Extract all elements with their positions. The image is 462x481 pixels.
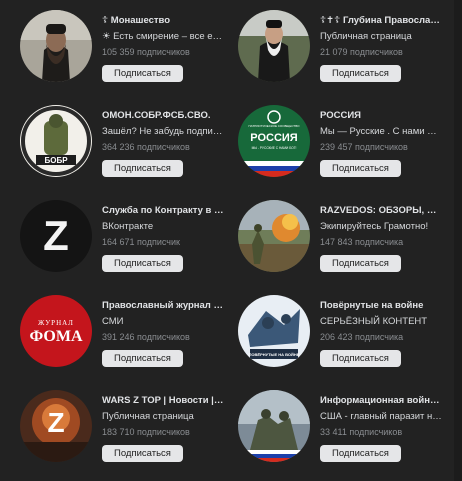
group-subtitle: Публичная страница [320, 31, 412, 42]
subscribe-button[interactable]: Подписаться [320, 160, 401, 177]
group-title[interactable]: Повёрнутые на войне [320, 299, 442, 312]
group-subtitle: ☀ Есть смирение – все есть... [102, 31, 224, 42]
group-title[interactable]: ☦ Монашество [102, 14, 224, 27]
group-subtitle: Зашёл? Не забудь подписаться [102, 126, 224, 137]
group-card: RAZVEDOS: ОБЗОРЫ, АНАЛИТИКА Экипируйтесь… [218, 200, 444, 290]
group-avatar-priest[interactable] [238, 10, 310, 82]
russia-sub-text: МЫ - РУССКИЕ С НАМИ БОГ! [252, 146, 297, 150]
subscribe-button[interactable]: Подписаться [320, 445, 401, 462]
z-logo-text: Z [43, 212, 69, 259]
group-followers: 21 079 подписчиков [320, 47, 403, 57]
group-followers: 391 246 подписчиков [102, 332, 190, 342]
russia-logo-text: РОССИЯ [250, 132, 298, 144]
scrollbar-track[interactable] [454, 0, 462, 481]
group-avatar-z[interactable]: Z [20, 200, 92, 272]
group-avatar-bobr[interactable]: БОБР [20, 105, 92, 177]
povernutye-logo-text: ПОВЁРНУТЫЕ НА ВОЙНЕ [249, 352, 300, 357]
group-card: Z Служба по Контракту в ВС РФ ВКонтракте… [0, 200, 226, 290]
group-subtitle: Экипируйтесь Грамотно! [320, 221, 429, 232]
group-card: БОБР ОМОН.СОБР.ФСБ.СВО. Зашёл? Не забудь… [0, 105, 226, 195]
group-followers: 164 671 подписчик [102, 237, 180, 247]
group-title[interactable]: RAZVEDOS: ОБЗОРЫ, АНАЛИТИКА [320, 204, 442, 217]
group-subtitle: СЕРЬЁЗНЫЙ КОНТЕНТ [320, 316, 428, 327]
group-followers: 33 411 подписчиков [320, 427, 403, 437]
group-avatar-russia[interactable]: ПАТРИОТИЧЕСКОЕ СООБЩЕСТВО РОССИЯ МЫ - РУ… [238, 105, 310, 177]
group-card: Информационная война против США - главны… [218, 390, 444, 480]
group-avatar-razvedos[interactable] [238, 200, 310, 272]
group-avatar-wars-z[interactable]: Z [20, 390, 92, 462]
group-avatar-info-war[interactable] [238, 390, 310, 462]
subscribe-button[interactable]: Подписаться [102, 160, 183, 177]
group-subtitle: США - главный паразит на планете [320, 411, 442, 422]
group-followers: 364 236 подписчиков [102, 142, 190, 152]
subscribe-button[interactable]: Подписаться [102, 65, 183, 82]
foma-logo-text: ФОМА [29, 328, 82, 345]
group-title[interactable]: Служба по Контракту в ВС РФ [102, 204, 224, 217]
group-avatar-monk[interactable] [20, 10, 92, 82]
group-card: Z WARS Z TOP | Новости | Россия Публична… [0, 390, 226, 480]
subscribe-button[interactable]: Подписаться [102, 255, 183, 272]
subscribe-button[interactable]: Подписаться [320, 255, 401, 272]
group-followers: 239 457 подписчиков [320, 142, 408, 152]
group-subtitle: Публичная страница [102, 411, 194, 422]
group-card: ПАТРИОТИЧЕСКОЕ СООБЩЕСТВО РОССИЯ МЫ - РУ… [218, 105, 444, 195]
group-followers: 183 710 подписчиков [102, 427, 190, 437]
group-card: ☦✝☦ Глубина Православия Публичная страни… [218, 10, 444, 100]
group-title[interactable]: Православный журнал "Фома" [102, 299, 224, 312]
group-followers: 206 423 подписчика [320, 332, 404, 342]
subscribe-button[interactable]: Подписаться [320, 65, 401, 82]
group-card: ЖУРНАЛ ФОМА Православный журнал "Фома" С… [0, 295, 226, 385]
group-followers: 147 843 подписчика [320, 237, 404, 247]
group-recommendations-grid: ☦ Монашество ☀ Есть смирение – все есть.… [0, 0, 462, 481]
subscribe-button[interactable]: Подписаться [102, 350, 183, 367]
group-followers: 105 359 подписчиков [102, 47, 190, 57]
group-avatar-foma[interactable]: ЖУРНАЛ ФОМА [20, 295, 92, 367]
group-subtitle: ВКонтракте [102, 221, 154, 232]
russia-top-text: ПАТРИОТИЧЕСКОЕ СООБЩЕСТВО [249, 124, 301, 128]
group-title[interactable]: РОССИЯ [320, 109, 442, 122]
group-subtitle: СМИ [102, 316, 124, 327]
subscribe-button[interactable]: Подписаться [320, 350, 401, 367]
wars-z-logo-text: Z [47, 407, 64, 438]
foma-top-text: ЖУРНАЛ [38, 319, 74, 327]
group-card: ☦ Монашество ☀ Есть смирение – все есть.… [0, 10, 226, 100]
subscribe-button[interactable]: Подписаться [102, 445, 183, 462]
group-subtitle: Мы — Русские . С нами Бог ! [320, 126, 442, 137]
group-avatar-povernutye[interactable]: ПОВЁРНУТЫЕ НА ВОЙНЕ [238, 295, 310, 367]
group-title[interactable]: ☦✝☦ Глубина Православия [320, 14, 442, 27]
group-card: ПОВЁРНУТЫЕ НА ВОЙНЕ Повёрнутые на войне … [218, 295, 444, 385]
group-title[interactable]: Информационная война против [320, 394, 442, 407]
bobr-logo-text: БОБР [44, 156, 68, 165]
group-title[interactable]: WARS Z TOP | Новости | Россия [102, 394, 224, 407]
group-title[interactable]: ОМОН.СОБР.ФСБ.СВО. [102, 109, 224, 122]
